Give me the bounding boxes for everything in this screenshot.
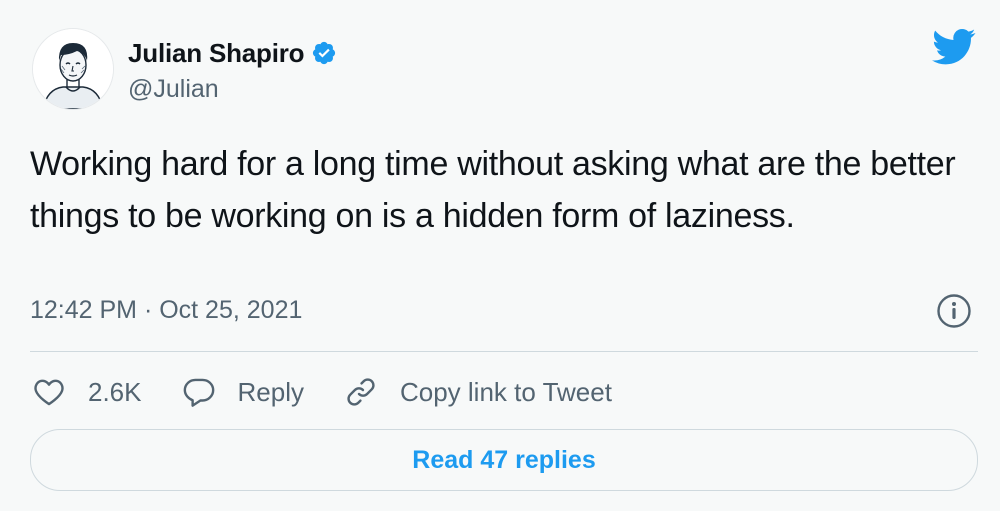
reply-label: Reply — [237, 376, 304, 407]
author-name-row: Julian Shapiro — [128, 36, 337, 70]
read-replies-label: Read 47 replies — [412, 445, 596, 474]
twitter-bird-icon[interactable] — [932, 28, 976, 66]
heart-icon — [32, 375, 66, 409]
author-name[interactable]: Julian Shapiro — [128, 38, 305, 69]
info-icon[interactable] — [936, 293, 972, 329]
like-button[interactable]: 2.6K — [32, 375, 142, 409]
copy-link-label: Copy link to Tweet — [399, 376, 612, 407]
speech-bubble-icon — [182, 375, 216, 409]
link-icon — [344, 375, 378, 409]
tweet-timestamp[interactable]: 12:42 PM · Oct 25, 2021 — [30, 296, 302, 325]
avatar[interactable] — [32, 28, 114, 110]
reply-button[interactable]: Reply — [182, 375, 304, 409]
author-handle[interactable]: @Julian — [128, 75, 219, 104]
verified-badge-icon — [311, 40, 337, 66]
read-replies-button[interactable]: Read 47 replies — [30, 429, 978, 491]
tweet-embed-card: Julian Shapiro @Julian Working hard for … — [0, 0, 1000, 511]
avatar-portrait — [33, 29, 113, 109]
divider — [30, 351, 978, 352]
copy-link-button[interactable]: Copy link to Tweet — [344, 375, 612, 409]
action-bar: 2.6K Reply Copy link to Tweet — [32, 366, 652, 418]
tweet-text: Working hard for a long time without ask… — [30, 145, 956, 235]
like-count: 2.6K — [88, 376, 142, 407]
